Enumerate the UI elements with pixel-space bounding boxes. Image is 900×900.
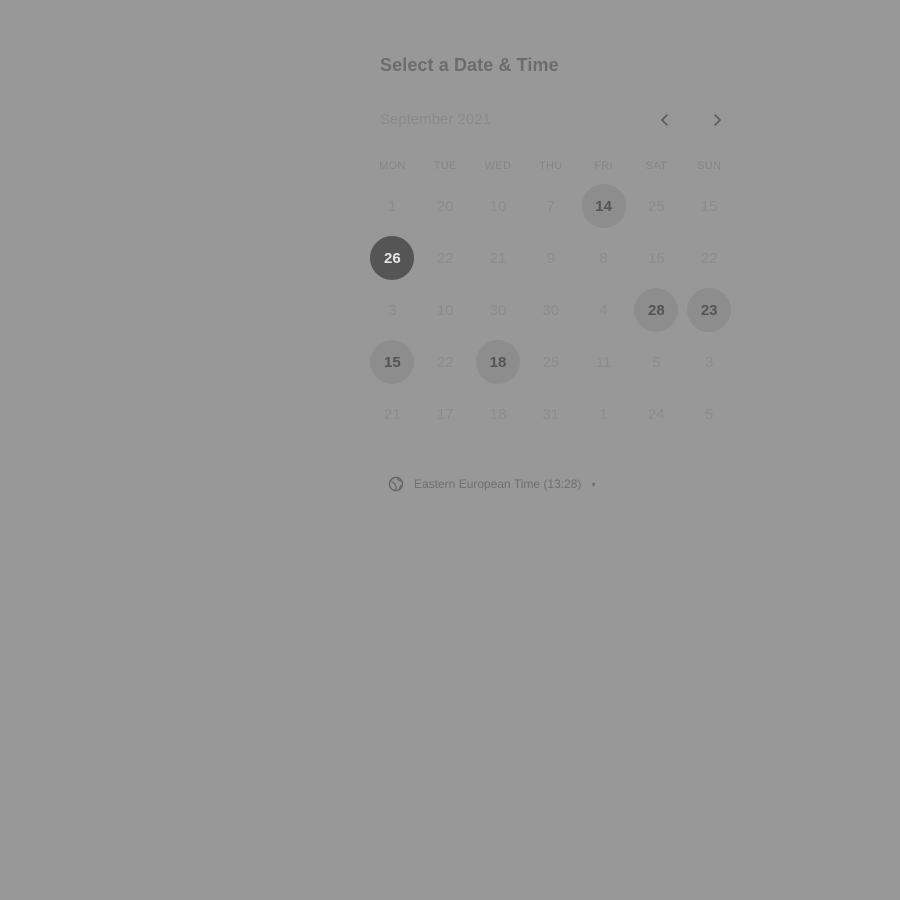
calendar-day-disabled: 25 <box>648 197 665 215</box>
calendar-day-available[interactable]: 28 <box>634 288 679 332</box>
chevron-right-icon <box>714 114 721 126</box>
calendar-day-cell: 21 <box>366 388 419 440</box>
calendar-day-cell: 15 <box>630 232 683 284</box>
chevron-left-icon <box>661 114 668 126</box>
calendar-day-cell: 3 <box>683 336 736 388</box>
calendar-day-disabled: 22 <box>700 249 718 267</box>
weekday-label: WED <box>484 160 512 172</box>
caret-down-icon: ▾ <box>591 479 596 489</box>
weekday-label: SUN <box>697 160 722 172</box>
next-month-button[interactable] <box>702 105 732 135</box>
calendar-day-disabled: 9 <box>546 249 555 267</box>
calendar-day-disabled: 21 <box>489 249 507 267</box>
calendar-day-grid: 1 20 10 7 14 25 15 26 22 21 9 8 15 22 3 10 30 30 4 28 23 15 22… <box>366 180 736 440</box>
calendar-day-disabled: 15 <box>700 197 718 215</box>
calendar-day-cell: 23 <box>683 284 736 336</box>
calendar-day-cell: 24 <box>630 388 683 440</box>
calendar-day-cell: 22 <box>683 232 736 284</box>
calendar-day-cell: 28 <box>630 284 683 336</box>
calendar-day-disabled: 10 <box>436 301 454 319</box>
month-label: September 2021 <box>380 111 491 128</box>
calendar-day-disabled: 5 <box>652 353 661 371</box>
calendar-day-disabled: 3 <box>388 301 397 319</box>
calendar-day-cell: 15 <box>683 180 736 232</box>
calendar-day-disabled: 8 <box>599 249 608 267</box>
weekday-label: THU <box>539 160 563 172</box>
calendar-day-cell: 8 <box>577 232 630 284</box>
calendar-day-disabled: 22 <box>436 249 454 267</box>
calendar-day-cell: 22 <box>419 232 472 284</box>
calendar-day-disabled: 24 <box>648 405 665 423</box>
globe-icon <box>388 476 404 492</box>
calendar-day-cell: 9 <box>524 232 577 284</box>
calendar-day-cell: 20 <box>419 180 472 232</box>
calendar-day-disabled: 11 <box>595 353 612 371</box>
calendar-day-disabled: 17 <box>436 405 454 423</box>
calendar-day-cell: 7 <box>524 180 577 232</box>
calendar-day-cell: 11 <box>577 336 630 388</box>
weekday-label: MON <box>379 160 406 172</box>
calendar-day-disabled: 15 <box>648 249 665 267</box>
weekday-label: SAT <box>645 160 668 172</box>
calendar-day-disabled: 22 <box>436 353 454 371</box>
calendar-day-disabled: 18 <box>489 405 507 423</box>
calendar-day-available[interactable]: 23 <box>687 288 732 332</box>
calendar-day-cell: 17 <box>419 388 472 440</box>
calendar-day-cell: 30 <box>472 284 525 336</box>
weekday-label: TUE <box>433 160 457 172</box>
calendar-day-cell: 31 <box>524 388 577 440</box>
scheduling-page: Select a Date & Time September 2021 MON … <box>0 0 900 900</box>
timezone-selector[interactable]: Eastern European Time (13:28) ▾ <box>388 476 595 492</box>
calendar-day-disabled: 4 <box>599 301 608 319</box>
previous-month-button[interactable] <box>650 105 680 135</box>
calendar-day-disabled: 31 <box>542 405 560 423</box>
weekday-header: MON TUE WED THU FRI SAT SUN <box>366 160 736 172</box>
calendar-day-cell: 5 <box>683 388 736 440</box>
calendar-day-cell: 26 <box>366 232 419 284</box>
calendar-day-disabled: 30 <box>489 301 507 319</box>
calendar-day-disabled: 1 <box>599 405 608 423</box>
calendar-day-cell: 22 <box>419 336 472 388</box>
weekday-label: FRI <box>594 160 613 172</box>
calendar-day-available[interactable]: 18 <box>475 340 520 384</box>
calendar-day-disabled: 30 <box>542 301 560 319</box>
calendar-day-cell: 5 <box>630 336 683 388</box>
calendar-day-cell: 3 <box>366 284 419 336</box>
calendar-day-disabled: 25 <box>542 353 560 371</box>
calendar-day-disabled: 10 <box>489 197 507 215</box>
calendar-day-disabled: 21 <box>384 405 401 423</box>
calendar-day-disabled: 5 <box>705 405 714 423</box>
calendar-day-cell: 18 <box>472 388 525 440</box>
calendar-day-available[interactable]: 14 <box>581 184 626 228</box>
calendar-day-cell: 14 <box>577 180 630 232</box>
calendar-day-available[interactable]: 15 <box>370 340 415 384</box>
calendar-day-cell: 15 <box>366 336 419 388</box>
calendar-day-cell: 4 <box>577 284 630 336</box>
calendar-day-cell: 18 <box>472 336 525 388</box>
calendar-day-disabled: 7 <box>546 197 555 215</box>
calendar-day-cell: 1 <box>366 180 419 232</box>
calendar-day-cell: 25 <box>524 336 577 388</box>
page-title: Select a Date & Time <box>380 55 559 75</box>
calendar-day-disabled: 3 <box>705 353 714 371</box>
calendar-day-cell: 21 <box>472 232 525 284</box>
calendar-day-cell: 10 <box>419 284 472 336</box>
calendar-day-cell: 25 <box>630 180 683 232</box>
timezone-label: Eastern European Time (13:28) <box>414 477 582 491</box>
calendar-day-cell: 1 <box>577 388 630 440</box>
calendar-day-cell: 10 <box>472 180 525 232</box>
calendar-day-selected[interactable]: 26 <box>370 236 415 280</box>
calendar-day-disabled: 1 <box>388 197 397 215</box>
calendar-day-cell: 30 <box>524 284 577 336</box>
calendar-day-disabled: 20 <box>436 197 454 215</box>
